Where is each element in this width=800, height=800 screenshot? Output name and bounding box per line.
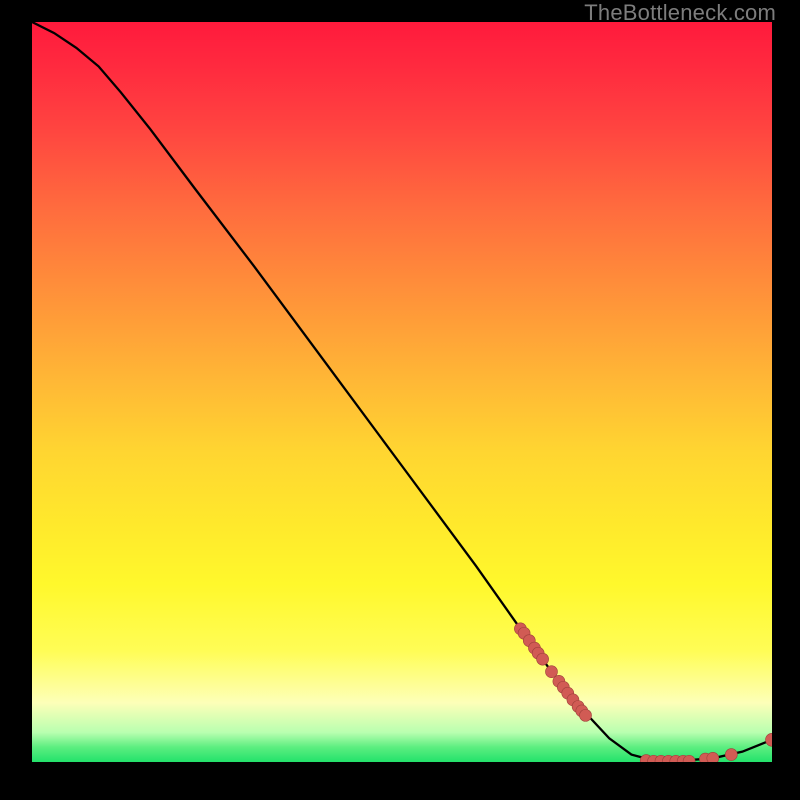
chart-stage: TheBottleneck.com — [0, 0, 800, 800]
chart-svg — [32, 22, 772, 762]
bottleneck-curve — [32, 22, 772, 761]
watermark-text: TheBottleneck.com — [584, 0, 776, 26]
data-marker — [580, 709, 592, 721]
data-marker — [766, 733, 773, 746]
data-marker — [537, 653, 549, 665]
data-marker — [725, 749, 737, 761]
plot-area — [32, 22, 772, 762]
data-markers — [514, 623, 772, 762]
data-marker — [707, 752, 719, 762]
